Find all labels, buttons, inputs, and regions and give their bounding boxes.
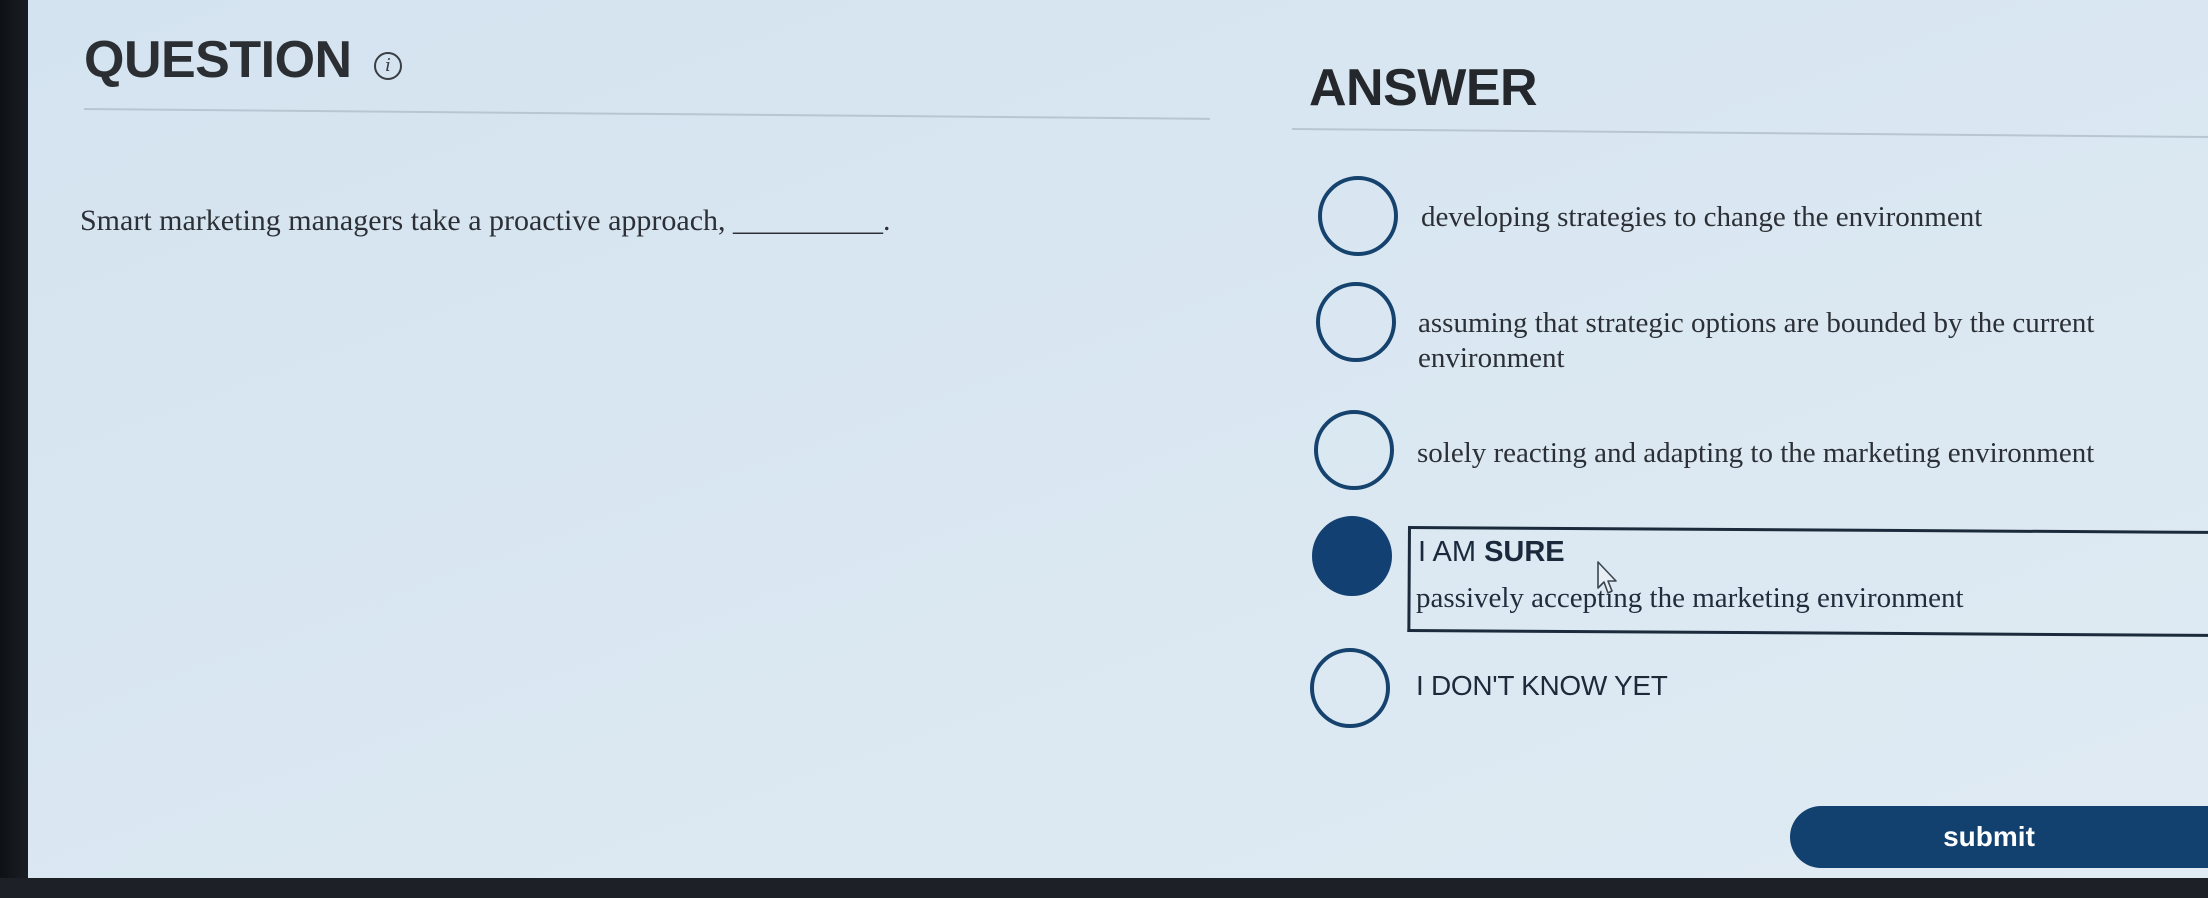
answer-option-1-label[interactable]: developing strategies to change the envi…: [1421, 200, 1982, 235]
answer-option-2-label[interactable]: assuming that strategic options are boun…: [1418, 306, 2208, 376]
answer-option-3-label[interactable]: solely reacting and adapting to the mark…: [1417, 436, 2094, 471]
answer-option-5-label[interactable]: I DON'T KNOW YET: [1416, 670, 1668, 702]
answer-divider: [1291, 128, 2208, 139]
confidence-label: I AM SURE: [1418, 536, 1565, 569]
quiz-screen: QUESTION i Smart marketing managers take…: [28, 0, 2208, 878]
mouse-cursor-icon: [1597, 561, 1617, 594]
confidence-strong: SURE: [1484, 536, 1565, 568]
question-heading: QUESTION: [84, 31, 352, 89]
answer-option-5-radio[interactable]: [1310, 648, 1390, 728]
answer-option-3-radio[interactable]: [1314, 410, 1394, 490]
submit-button[interactable]: submit: [1790, 806, 2208, 868]
answer-option-2-radio[interactable]: [1316, 282, 1396, 362]
screen-bezel-bottom: [0, 878, 2208, 898]
screen-bezel-left: [0, 0, 28, 898]
answer-option-4-label[interactable]: passively accepting the marketing enviro…: [1416, 582, 1964, 615]
info-icon[interactable]: i: [374, 52, 402, 80]
answer-option-4-radio-selected[interactable]: [1312, 516, 1392, 596]
answer-option-1-radio[interactable]: [1318, 176, 1398, 256]
question-text: Smart marketing managers take a proactiv…: [80, 204, 891, 237]
answer-heading: ANSWER: [1309, 59, 1538, 117]
confidence-prefix: I AM: [1418, 536, 1485, 568]
question-divider: [83, 108, 1210, 120]
